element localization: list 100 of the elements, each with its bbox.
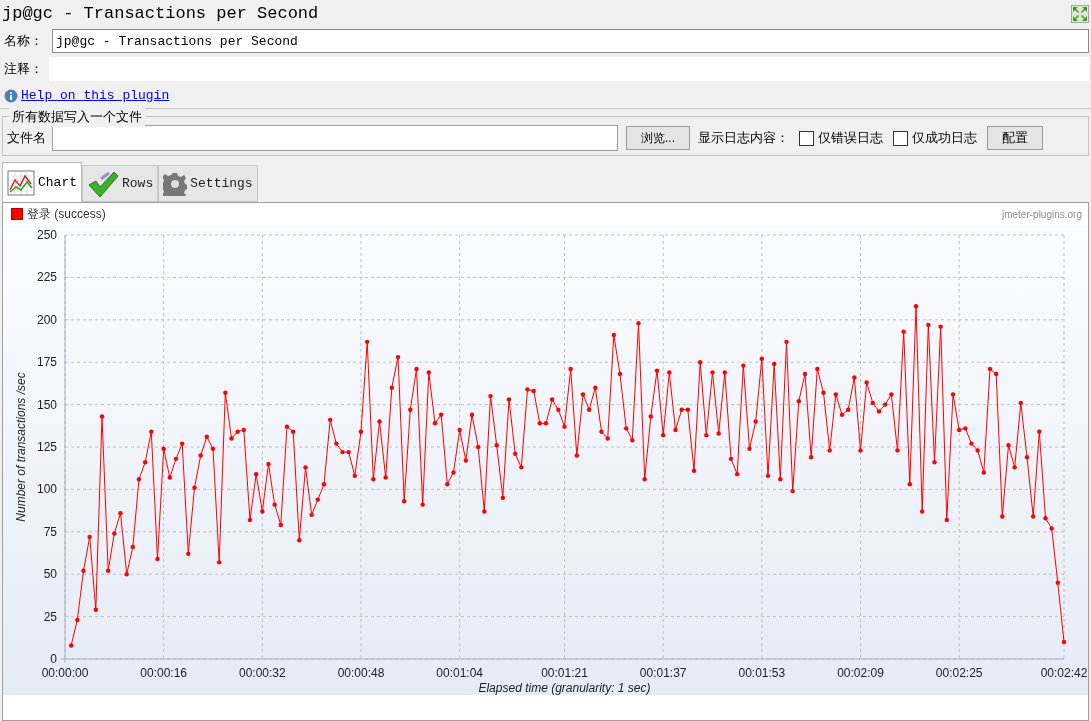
data-point: [352, 473, 358, 479]
y-tick-label: 0: [50, 652, 57, 666]
group-title: 所有数据写入一个文件: [9, 107, 145, 127]
data-point: [414, 366, 419, 372]
x-axis-title: Elapsed time (granularity: 1 sec): [478, 681, 651, 695]
y-tick-label: 250: [36, 228, 57, 242]
data-point: [796, 399, 802, 404]
data-point: [309, 512, 314, 518]
data-point: [432, 421, 438, 426]
data-point: [913, 304, 919, 309]
data-point: [118, 510, 123, 516]
data-point: [907, 482, 913, 487]
data-point: [765, 473, 771, 479]
data-point: [512, 451, 518, 456]
data-point: [648, 414, 654, 419]
data-point: [124, 572, 129, 577]
x-tick-label: 00:01:37: [639, 666, 687, 680]
data-point: [358, 429, 364, 434]
data-point: [827, 448, 832, 453]
y-tick-label: 50: [43, 567, 57, 582]
data-point: [901, 329, 906, 334]
y-tick-label: 200: [36, 312, 57, 327]
data-point: [759, 356, 765, 361]
data-point: [87, 534, 92, 540]
data-point: [580, 392, 586, 397]
data-point: [728, 456, 734, 462]
data-point: [734, 471, 740, 477]
window-title: jp@gc - Transactions per Second: [2, 2, 319, 25]
config-button[interactable]: 配置: [987, 126, 1043, 150]
data-point: [1037, 429, 1042, 434]
data-point: [815, 366, 820, 372]
name-input[interactable]: jp@gc - Transactions per Second: [52, 29, 1089, 53]
checkmark-icon: [87, 169, 119, 198]
y-tick-label: 175: [36, 355, 57, 370]
data-point: [716, 431, 721, 436]
x-tick-label: 00:00:16: [140, 666, 188, 680]
data-point: [155, 556, 160, 562]
data-point: [617, 371, 623, 377]
data-point: [808, 455, 814, 460]
data-point: [266, 461, 271, 467]
tab[interactable]: Chart: [2, 162, 82, 202]
data-point: [469, 412, 475, 417]
data-point: [562, 424, 567, 429]
data-point: [642, 477, 647, 482]
gear-icon: [163, 171, 188, 196]
data-point: [377, 419, 382, 424]
data-point: [950, 392, 956, 397]
data-point: [112, 531, 117, 536]
data-point: [1061, 639, 1067, 645]
data-point: [438, 412, 444, 417]
data-point: [611, 332, 617, 338]
data-point: [889, 392, 894, 397]
data-point: [586, 407, 592, 412]
y-tick-label: 25: [43, 609, 57, 624]
data-point: [315, 497, 321, 502]
y-tick-label: 225: [36, 270, 57, 285]
data-point: [408, 407, 413, 412]
data-point: [667, 370, 672, 375]
checkbox[interactable]: [893, 130, 908, 146]
name-label: 名称：: [4, 32, 44, 51]
data-point: [574, 453, 580, 458]
legend-label: 登录 (success): [27, 206, 106, 223]
x-tick-label: 00:01:21: [541, 666, 588, 680]
data-point: [882, 402, 888, 407]
data-point: [506, 397, 512, 402]
tab[interactable]: Settings: [158, 165, 258, 202]
data-point: [549, 397, 555, 402]
data-point: [710, 370, 715, 375]
browse-button[interactable]: 浏览...: [626, 126, 690, 150]
data-point: [371, 477, 376, 482]
data-point: [1024, 455, 1030, 460]
data-point: [802, 371, 808, 377]
data-point: [599, 429, 604, 434]
file-input[interactable]: [52, 125, 618, 151]
data-point: [482, 509, 487, 514]
data-point: [216, 560, 222, 565]
checkbox-label: 仅成功日志: [912, 129, 977, 148]
data-point: [778, 477, 783, 482]
expand-arrows-icon[interactable]: [1071, 4, 1089, 23]
data-point: [161, 446, 166, 451]
data-point: [858, 448, 863, 453]
data-point: [926, 322, 931, 328]
data-point: [784, 339, 789, 345]
data-point: [852, 375, 857, 380]
data-point: [198, 453, 203, 458]
data-point: [704, 432, 709, 438]
data-point: [876, 409, 882, 414]
data-point: [494, 443, 499, 448]
y-tick-label: 75: [43, 524, 57, 539]
data-point: [278, 522, 284, 528]
log-label: 显示日志内容：: [698, 129, 789, 148]
data-point: [105, 568, 111, 573]
data-point: [75, 617, 80, 623]
help-link[interactable]: Help on this plugin: [21, 85, 170, 106]
tab[interactable]: Rows: [82, 165, 159, 202]
data-point: [167, 475, 173, 480]
checkbox[interactable]: [799, 130, 814, 146]
data-point: [1049, 526, 1054, 531]
data-point: [833, 392, 839, 397]
data-point: [179, 441, 185, 446]
